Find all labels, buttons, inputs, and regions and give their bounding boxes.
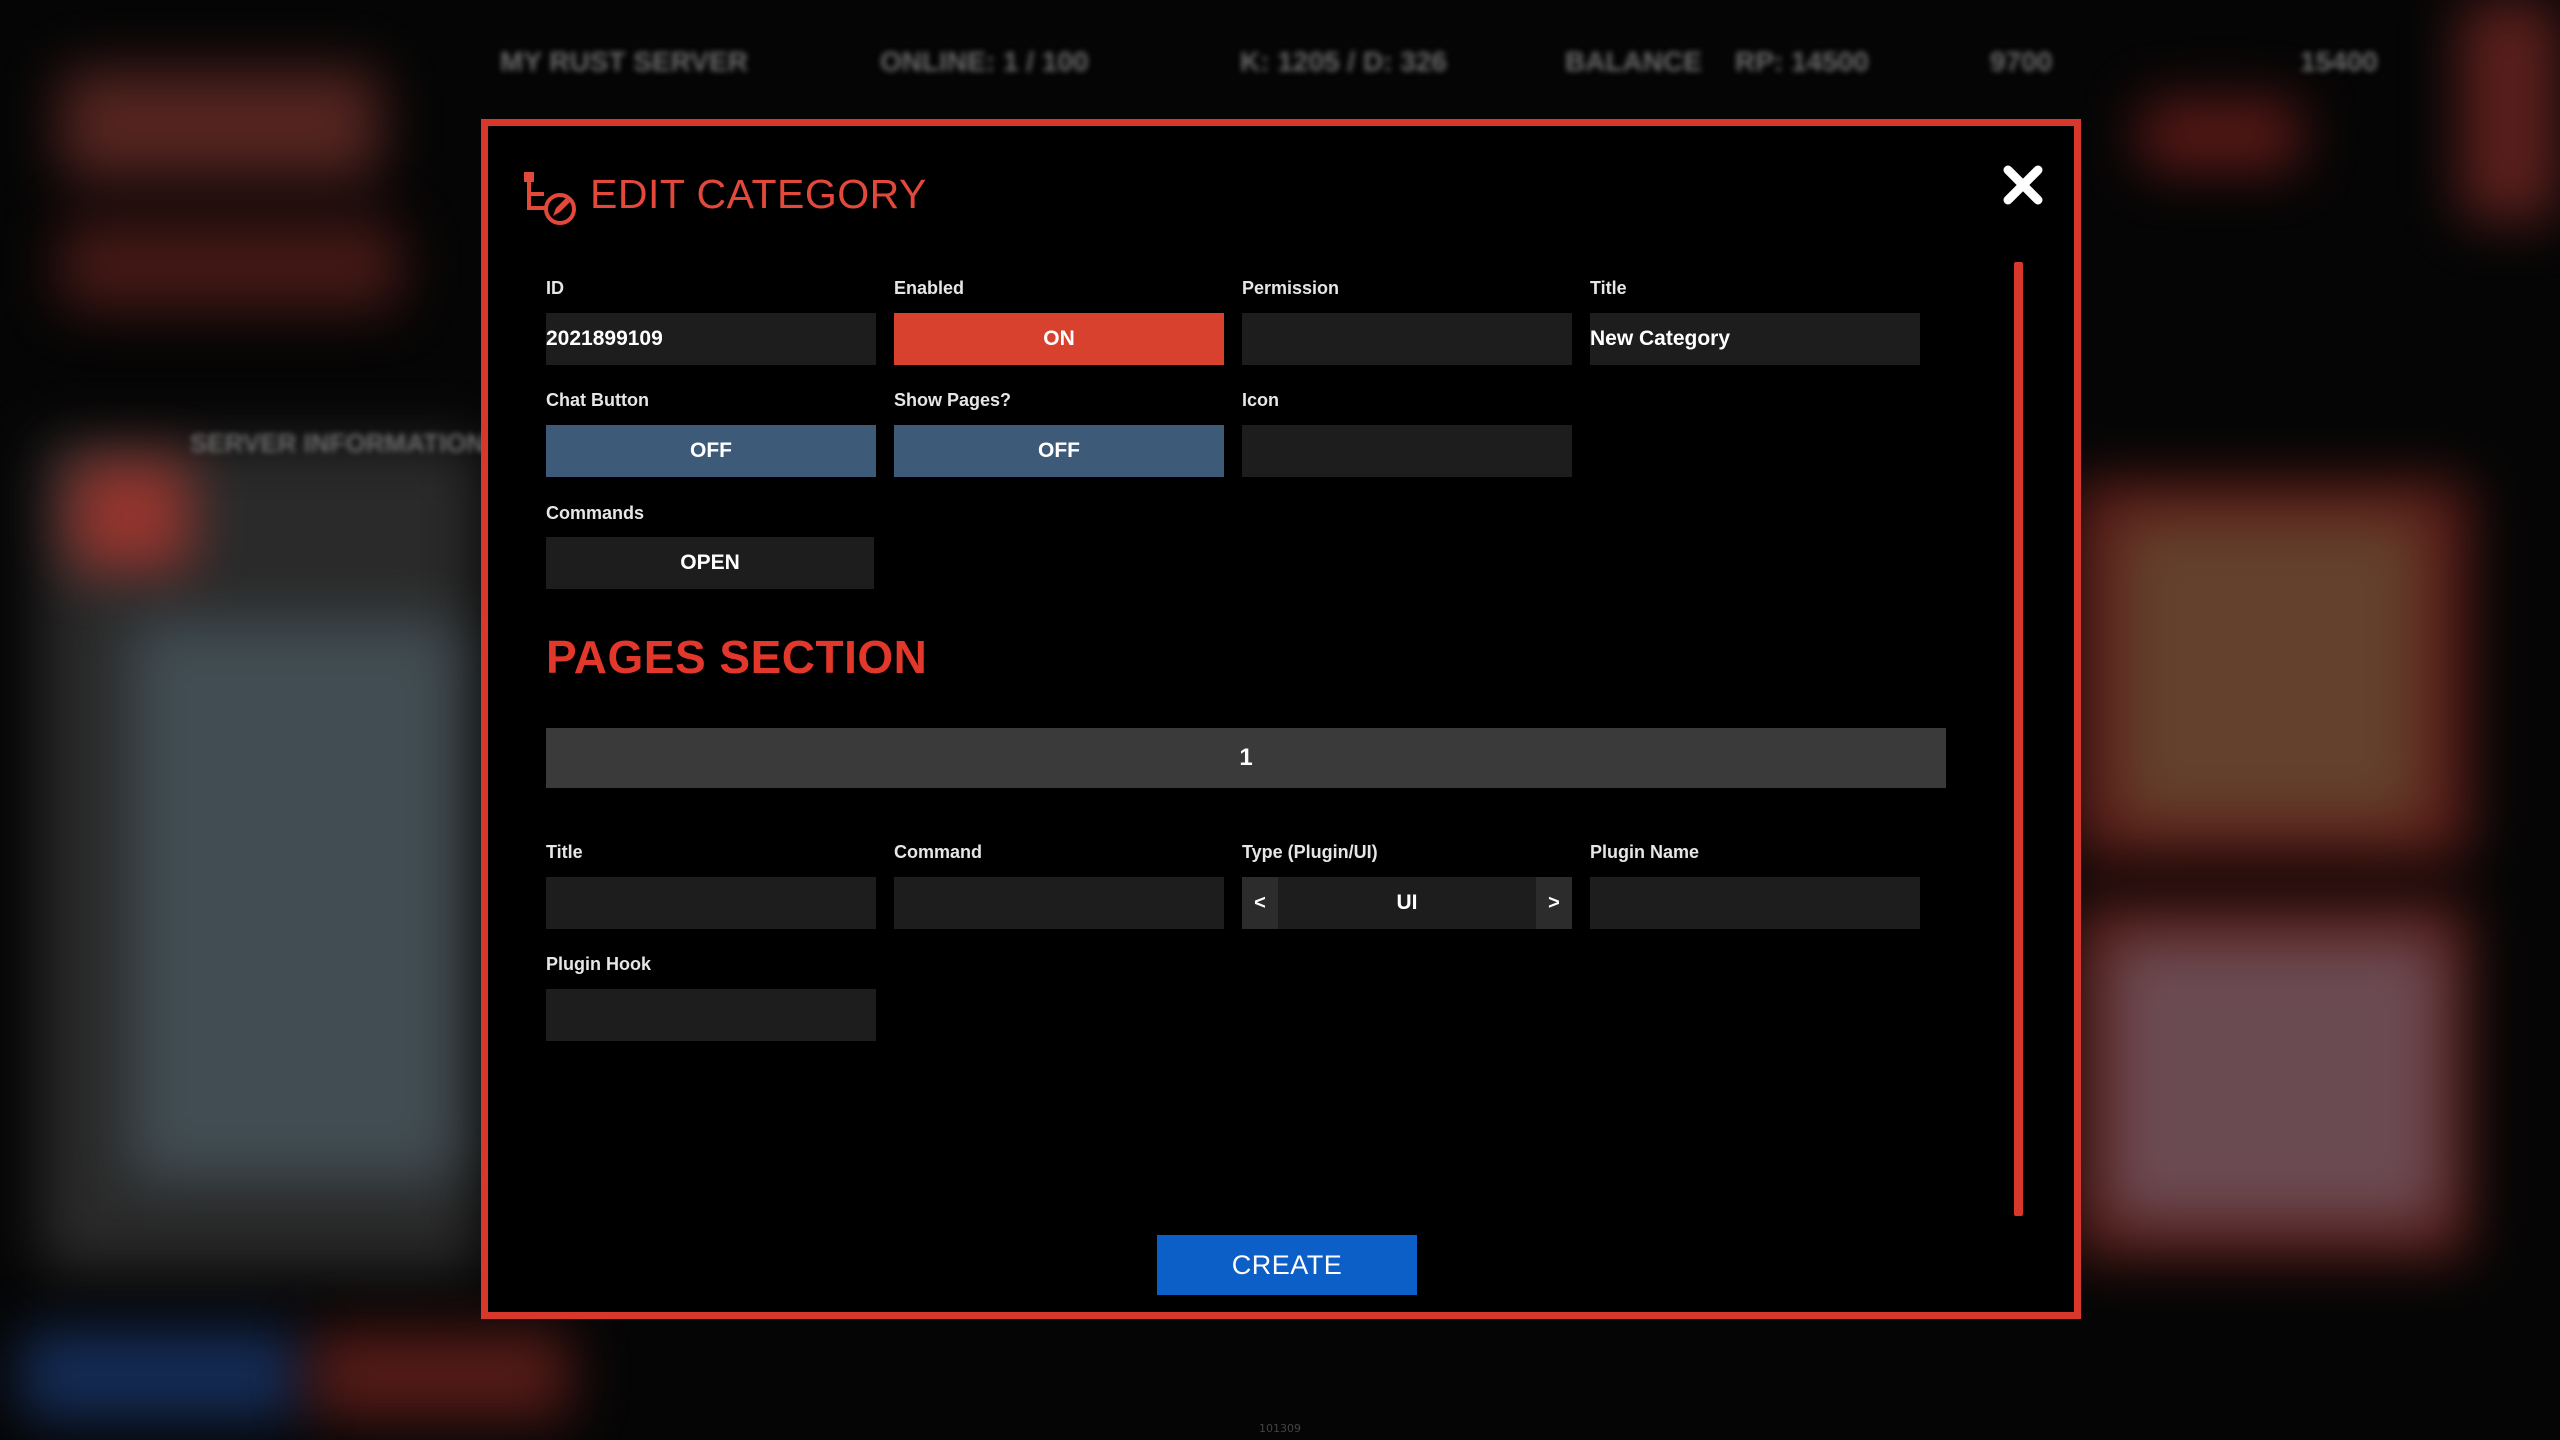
- command-label: Command: [894, 842, 983, 862]
- bg-stat-b: 15400: [2300, 46, 2378, 77]
- bg-rp-stat: RP: 14500: [1735, 46, 1869, 77]
- enabled-label: Enabled: [894, 278, 965, 298]
- type-selector: < UI >: [1242, 877, 1572, 929]
- version-label: 101309: [1259, 1422, 1301, 1435]
- permission-field[interactable]: [1242, 313, 1572, 365]
- bg-blob: [2120, 520, 2420, 820]
- plugin-name-field[interactable]: [1590, 877, 1920, 929]
- bg-panel-label: SERVER INFORMATION: [190, 428, 486, 458]
- plugin-name-label: Plugin Name: [1590, 842, 1700, 862]
- type-value: UI: [1396, 891, 1418, 914]
- page-title-label: Title: [546, 842, 583, 862]
- commands-label: Commands: [546, 503, 645, 523]
- commands-open-button[interactable]: OPEN: [546, 537, 874, 589]
- permission-label: Permission: [1242, 278, 1340, 298]
- type-prev-button[interactable]: <: [1242, 877, 1278, 929]
- icon-label: Icon: [1242, 390, 1280, 410]
- bg-blob: [20, 1330, 300, 1420]
- title-field[interactable]: [1590, 313, 1920, 365]
- id-field[interactable]: [546, 313, 876, 365]
- close-icon[interactable]: [2000, 162, 2046, 208]
- chat-button-label: Chat Button: [546, 390, 649, 410]
- plugin-hook-label: Plugin Hook: [546, 954, 651, 974]
- scrollbar[interactable]: [2014, 262, 2023, 1216]
- type-label: Type (Plugin/UI): [1242, 842, 1378, 862]
- page-title-field[interactable]: [546, 877, 876, 929]
- id-label: ID: [546, 278, 564, 298]
- icon-field[interactable]: [1242, 425, 1572, 477]
- bg-server-name: MY RUST SERVER: [500, 46, 748, 77]
- bg-blob: [2460, 0, 2560, 220]
- enabled-toggle[interactable]: ON: [894, 313, 1224, 365]
- plugin-hook-field[interactable]: [546, 989, 876, 1041]
- bg-blob: [2140, 100, 2300, 170]
- create-button[interactable]: CREATE: [1157, 1235, 1417, 1295]
- bg-blob: [130, 620, 460, 1180]
- category-edit-icon: [524, 172, 576, 225]
- command-field[interactable]: [894, 877, 1224, 929]
- bg-blob: [60, 70, 380, 180]
- bg-blob: [310, 1330, 570, 1420]
- bg-kd-stat: K: 1205 / D: 326: [1240, 46, 1447, 77]
- bg-balance-label: BALANCE: [1565, 46, 1702, 77]
- bg-blob: [70, 460, 190, 570]
- type-next-button[interactable]: >: [1536, 877, 1572, 929]
- bg-blob: [60, 220, 400, 310]
- title-label: Title: [1590, 278, 1627, 298]
- page-tab-1[interactable]: 1: [546, 728, 1946, 788]
- show-pages-toggle[interactable]: OFF: [894, 425, 1224, 477]
- bg-blob: [2110, 940, 2440, 1220]
- bg-stat-a: 9700: [1990, 46, 2053, 77]
- edit-category-modal: EDIT CATEGORY ID Enabled ON Permission T…: [481, 119, 2081, 1319]
- bg-online-count: ONLINE: 1 / 100: [880, 46, 1089, 77]
- pages-section-title: PAGES SECTION: [546, 631, 928, 683]
- chat-button-toggle[interactable]: OFF: [546, 425, 876, 477]
- show-pages-label: Show Pages?: [894, 390, 1012, 410]
- modal-title: EDIT CATEGORY: [590, 171, 927, 217]
